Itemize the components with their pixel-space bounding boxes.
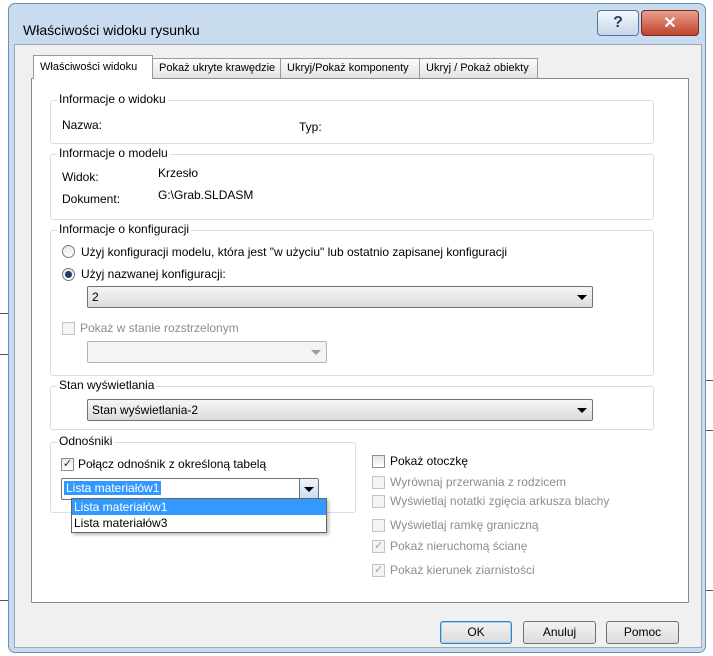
help-button[interactable]: Pomoc: [606, 621, 679, 644]
chevron-down-icon: [577, 295, 587, 300]
tab-label: Ukryj/Pokaż komponenty: [287, 62, 409, 74]
fixed-face-checkbox[interactable]: ✓: [372, 540, 385, 553]
exploded-label: Pokaż w stanie rozstrzelonym: [80, 321, 239, 335]
dropdown-option[interactable]: Lista materiałów3: [72, 515, 326, 531]
background-line: [706, 380, 713, 381]
show-envelope-checkbox[interactable]: [372, 455, 385, 468]
sheet-metal-notes-label: Wyświetlaj notatki zgięcia arkusza blach…: [390, 494, 610, 508]
dialog-client-area: Właściwości widoku Pokaż ukryte krawędzi…: [14, 44, 702, 648]
config-info-group: Informacje o konfiguracji Użyj konfigura…: [50, 222, 654, 376]
tab-hidden-edges[interactable]: Pokaż ukryte krawędzie: [152, 58, 281, 78]
cancel-button[interactable]: Anuluj: [523, 621, 596, 644]
tab-hide-show-components[interactable]: Ukryj/Pokaż komponenty: [280, 58, 420, 78]
tab-view-properties[interactable]: Właściwości widoku: [33, 55, 153, 79]
background-line: [0, 354, 8, 355]
question-icon: ?: [613, 14, 623, 31]
ok-button[interactable]: OK: [440, 621, 512, 644]
group-title: Informacje o konfiguracji: [57, 222, 192, 236]
drawing-view-properties-dialog: Właściwości widoku rysunku ? ✕ Właściwoś…: [8, 3, 706, 653]
table-select[interactable]: Lista materiałów1: [61, 478, 319, 500]
background-line: [706, 430, 713, 431]
link-table-label: Połącz odnośnik z określoną tabelą: [78, 457, 267, 471]
name-label: Nazwa:: [62, 118, 103, 132]
named-config-value: 2: [92, 290, 99, 304]
help-title-button[interactable]: ?: [597, 10, 639, 36]
tab-label: Właściwości widoku: [40, 61, 138, 73]
table-select-value: Lista materiałów1: [64, 481, 162, 495]
tab-label: Pokaż ukryte krawędzie: [159, 62, 276, 74]
group-title: Stan wyświetlania: [57, 378, 157, 392]
close-button[interactable]: ✕: [641, 10, 699, 36]
tab-label: Ukryj / Pokaż obiekty: [426, 62, 529, 74]
radio-model-config-label: Użyj konfiguracji modelu, która jest "w …: [81, 245, 508, 259]
background-line: [0, 600, 8, 601]
document-value: G:\Grab.SLDASM: [158, 188, 254, 202]
radio-named-config-label: Użyj nazwanej konfiguracji:: [81, 267, 226, 281]
view-info-group: Informacje o widoku Nazwa: Typ:: [50, 92, 654, 144]
align-breaks-checkbox[interactable]: [372, 476, 385, 489]
dialog-title: Właściwości widoku rysunku: [23, 22, 200, 38]
link-table-checkbox[interactable]: ✓: [61, 458, 74, 471]
background-line: [0, 313, 8, 314]
named-config-select[interactable]: 2: [87, 286, 593, 308]
tab-hide-show-bodies[interactable]: Ukryj / Pokaż obiekty: [419, 58, 538, 78]
exploded-checkbox[interactable]: [62, 322, 75, 335]
title-bar[interactable]: Właściwości widoku rysunku ? ✕: [9, 4, 705, 44]
radio-model-config[interactable]: [62, 245, 75, 258]
bounding-box-checkbox[interactable]: [372, 519, 385, 532]
grain-direction-checkbox[interactable]: ✓: [372, 564, 385, 577]
document-label: Dokument:: [62, 192, 121, 206]
radio-named-config[interactable]: [62, 268, 75, 281]
sheet-metal-notes-checkbox[interactable]: [372, 495, 385, 508]
view-value: Krzesło: [158, 166, 199, 180]
group-title: Informacje o widoku: [57, 92, 168, 106]
show-envelope-label: Pokaż otoczkę: [390, 454, 469, 468]
align-breaks-label: Wyrównaj przerwania z rodzicem: [390, 475, 566, 489]
display-state-value: Stan wyświetlania-2: [92, 403, 199, 417]
chevron-down-icon: [311, 350, 321, 355]
type-label: Typ:: [299, 120, 322, 134]
background-line: [706, 590, 713, 591]
bounding-box-label: Wyświetlaj ramkę graniczną: [390, 518, 539, 532]
chevron-down-icon: [577, 408, 587, 413]
display-state-group: Stan wyświetlania Stan wyświetlania-2: [50, 378, 654, 430]
dropdown-option[interactable]: Lista materiałów1: [72, 499, 326, 515]
exploded-select[interactable]: [87, 341, 327, 363]
model-info-group: Informacje o modelu Widok: Krzesło Dokum…: [50, 146, 654, 220]
group-title: Informacje o modelu: [57, 146, 170, 160]
chevron-down-icon: [304, 487, 314, 492]
table-dropdown-list: Lista materiałów1 Lista materiałów3: [71, 498, 327, 533]
fixed-face-label: Pokaż nieruchomą ścianę: [390, 539, 528, 553]
group-title: Odnośniki: [57, 434, 115, 448]
view-label: Widok:: [62, 170, 99, 184]
display-state-select[interactable]: Stan wyświetlania-2: [87, 399, 593, 421]
close-icon: ✕: [663, 15, 677, 32]
grain-direction-label: Pokaż kierunek ziarnistości: [390, 563, 535, 577]
